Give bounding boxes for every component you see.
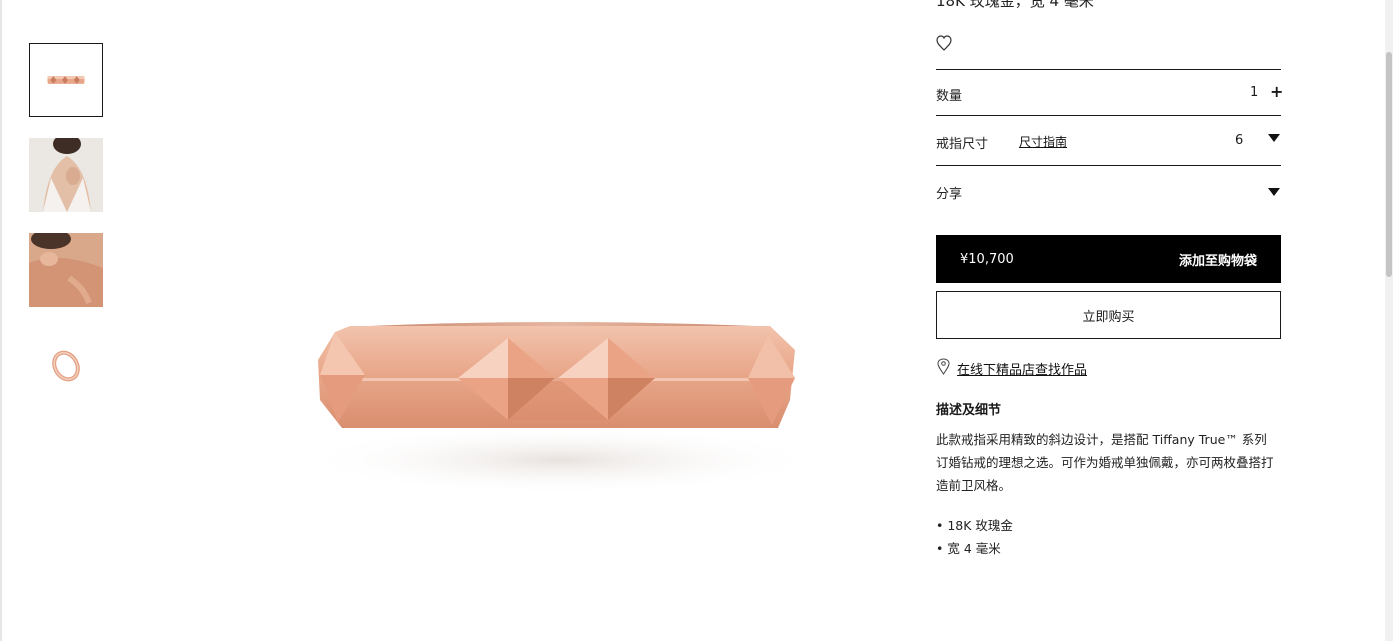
description-heading: 描述及细节 (936, 403, 1002, 418)
location-pin-icon (937, 358, 950, 375)
spec-width: • 宽 4 毫米 (936, 541, 1001, 556)
quantity-label: 数量 (936, 89, 963, 104)
scrollbar[interactable] (1385, 0, 1393, 641)
divider (936, 69, 1281, 70)
ring-size-label: 戒指尺寸 (936, 137, 989, 152)
product-title: 18K 玫瑰金，宽 4 毫米 (936, 0, 1094, 10)
heart-icon[interactable] (936, 34, 952, 52)
spec-material: • 18K 玫瑰金 (936, 518, 1013, 533)
scrollbar-thumb[interactable] (1386, 52, 1392, 277)
quantity-value: 1 (1250, 85, 1259, 100)
ring-thumbnail-image (30, 44, 102, 116)
caret-down-icon[interactable] (1268, 134, 1280, 142)
share-label[interactable]: 分享 (936, 183, 962, 202)
main-product-image (290, 300, 830, 520)
ring-angle-thumbnail-image (29, 328, 103, 402)
add-to-bag-label: 添加至购物袋 (1178, 253, 1257, 269)
find-in-store-link[interactable]: 在线下精品店查找作品 (957, 359, 1087, 378)
add-to-bag-button[interactable]: ¥10,700 添加至购物袋 (936, 235, 1281, 283)
model-photo-image (29, 138, 103, 212)
price: ¥10,700 (960, 251, 1014, 267)
thumbnail-model-neck[interactable] (29, 138, 103, 212)
divider (936, 165, 1281, 166)
caret-down-icon[interactable] (1268, 188, 1280, 196)
product-description: 此款戒指采用精致的斜边设计，是搭配 Tiffany True™ 系列订婚钻戒的理… (936, 432, 1274, 493)
ring-size-value[interactable]: 6 (1235, 133, 1243, 148)
divider (936, 115, 1281, 116)
buy-now-button[interactable]: 立即购买 (936, 291, 1281, 339)
buy-now-label: 立即购买 (1082, 309, 1135, 325)
plus-icon[interactable]: + (1270, 84, 1283, 100)
model-hand-photo-image (29, 233, 103, 307)
thumbnail-model-hand[interactable] (29, 233, 103, 307)
thumbnail-ring-angle[interactable] (29, 328, 103, 402)
thumbnail-ring-front[interactable] (29, 43, 103, 117)
page-left-border (0, 0, 2, 641)
size-guide-link[interactable]: 尺寸指南 (1019, 133, 1067, 150)
